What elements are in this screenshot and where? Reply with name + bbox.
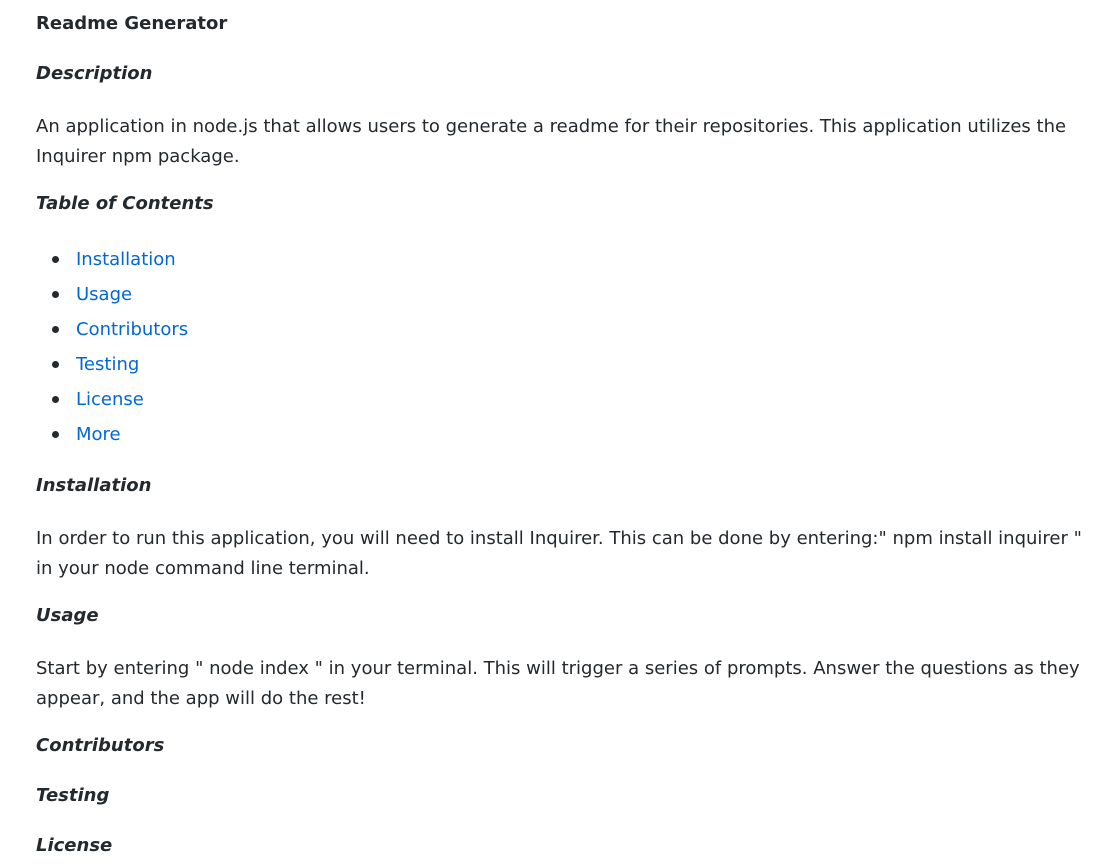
description-text: An application in node.js that allows us… <box>36 116 1067 167</box>
toc-item-installation: Installation <box>36 242 1086 277</box>
toc-item-more: More <box>36 417 1086 452</box>
bullet-icon <box>52 431 59 438</box>
toc-heading: Table of Contents <box>36 193 214 214</box>
toc-link-contributors[interactable]: Contributors <box>76 319 188 340</box>
toc-link-usage[interactable]: Usage <box>76 284 132 305</box>
toc-link-installation[interactable]: Installation <box>76 249 176 270</box>
toc-link-more[interactable]: More <box>76 424 121 445</box>
bullet-icon <box>52 256 59 263</box>
toc-item-testing: Testing <box>36 347 1086 382</box>
bullet-icon <box>52 396 59 403</box>
contributors-heading: Contributors <box>36 735 165 756</box>
toc-item-license: License <box>36 382 1086 417</box>
readme-document: Readme Generator Description An applicat… <box>0 0 1116 858</box>
toc-link-license[interactable]: License <box>76 389 144 410</box>
toc-item-contributors: Contributors <box>36 312 1086 347</box>
toc-item-usage: Usage <box>36 277 1086 312</box>
license-heading: License <box>36 835 113 856</box>
installation-heading: Installation <box>36 475 152 496</box>
usage-text: Start by entering " node index " in your… <box>36 658 1080 709</box>
testing-heading: Testing <box>36 785 110 806</box>
toc-link-testing[interactable]: Testing <box>76 354 139 375</box>
page-title: Readme Generator <box>36 13 228 34</box>
usage-heading: Usage <box>36 605 99 626</box>
table-of-contents: Installation Usage Contributors Testing … <box>36 242 1086 452</box>
bullet-icon <box>52 361 59 368</box>
bullet-icon <box>52 291 59 298</box>
bullet-icon <box>52 326 59 333</box>
description-heading: Description <box>36 63 153 84</box>
installation-text: In order to run this application, you wi… <box>36 528 1082 579</box>
